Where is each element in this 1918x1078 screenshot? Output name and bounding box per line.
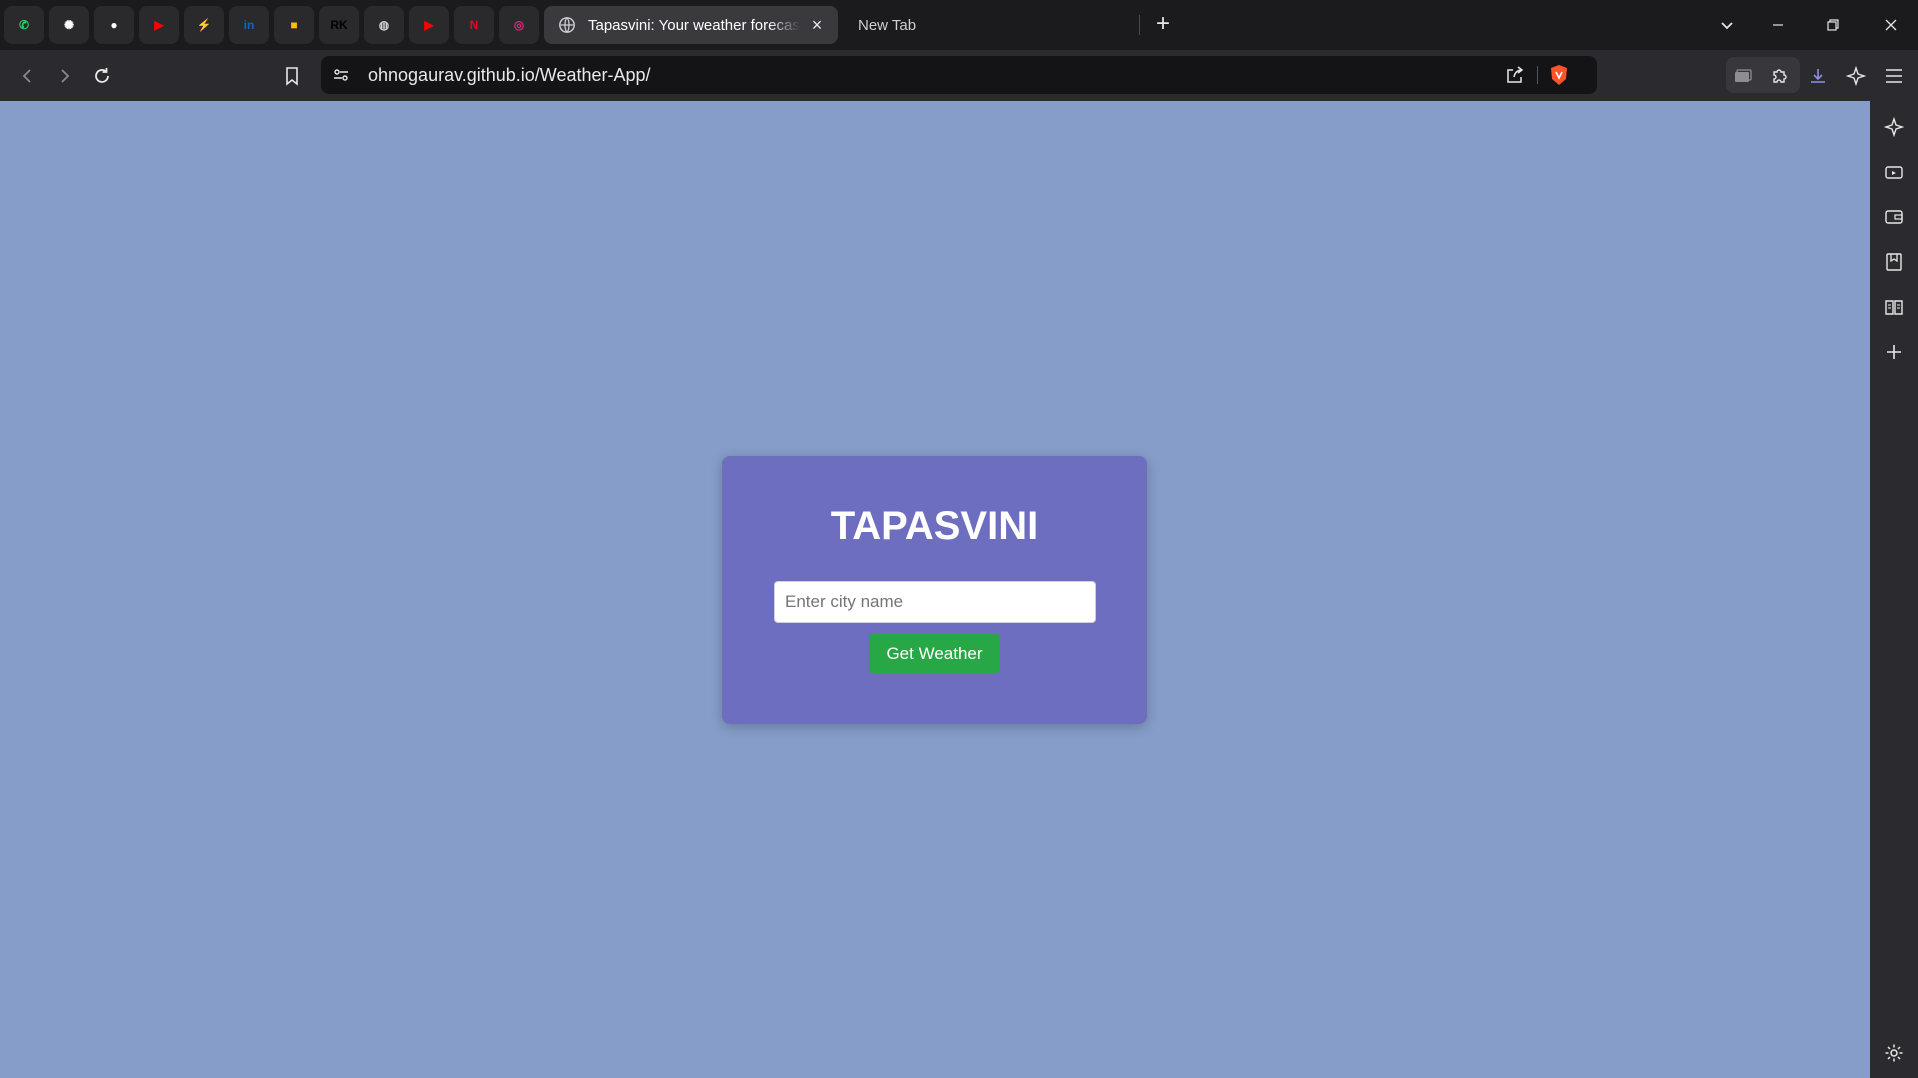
close-window-icon[interactable]	[1878, 12, 1904, 38]
url-text[interactable]: ohnogaurav.github.io/Weather-App/	[368, 65, 651, 86]
tab-strip: ✆ ✺ ● ▶ ⚡ in ■ RK ◍ ▶ N ◎ Tapasvini: Your weather f…	[0, 0, 1918, 50]
globe-icon: ◍	[378, 18, 390, 32]
netflix-icon: N	[469, 18, 479, 32]
weather-card: TAPASVINI Get Weather	[722, 456, 1147, 724]
instagram-icon: ◎	[513, 18, 525, 32]
pinned-tab-instagram[interactable]: ◎	[499, 6, 539, 44]
pinned-tab-github[interactable]: ●	[94, 6, 134, 44]
pinned-tab-whatsapp[interactable]: ✆	[4, 6, 44, 44]
get-weather-button[interactable]: Get Weather	[869, 634, 1000, 673]
extensions-icon[interactable]	[1766, 62, 1794, 90]
app-title: TAPASVINI	[830, 504, 1039, 548]
address-bar[interactable]: ohnogaurav.github.io/Weather-App/	[321, 56, 1597, 94]
github-icon: ●	[110, 18, 118, 32]
settings-gear-icon[interactable]	[1882, 1041, 1906, 1065]
rk-icon: RK	[330, 18, 348, 32]
keep-icon: ■	[290, 18, 298, 32]
browser-toolbar: ohnogaurav.github.io/Weather-App/	[0, 50, 1918, 101]
page-viewport: TAPASVINI Get Weather	[0, 101, 1870, 1078]
tab-divider	[1139, 15, 1140, 35]
whatsapp-icon: ✆	[18, 18, 30, 32]
pinned-tab-youtube-2[interactable]: ▶	[409, 6, 449, 44]
pinned-tab-rk[interactable]: RK	[319, 6, 359, 44]
pinned-tab-linkedin[interactable]: in	[229, 6, 269, 44]
leo-ai-icon[interactable]	[1842, 62, 1870, 90]
tab-title: Tapasvini: Your weather forecast	[588, 16, 800, 34]
tab-title: New Tab	[858, 16, 917, 34]
tab-new-tab[interactable]: New Tab	[846, 6, 1136, 44]
linkedin-icon: in	[243, 18, 255, 32]
minimize-icon[interactable]	[1765, 12, 1791, 38]
forward-icon[interactable]	[50, 62, 78, 90]
globe-icon	[559, 17, 575, 33]
brave-shields-icon[interactable]	[1549, 65, 1569, 85]
tab-list-chevron-icon[interactable]	[1714, 12, 1740, 38]
chatgpt-icon: ✺	[63, 18, 75, 32]
back-icon[interactable]	[14, 62, 42, 90]
pinned-tab-chatgpt[interactable]: ✺	[49, 6, 89, 44]
pinned-tab-netflix[interactable]: N	[454, 6, 494, 44]
wallet-icon[interactable]	[1882, 205, 1906, 229]
bookmarks-sidebar-icon[interactable]	[1882, 250, 1906, 274]
youtube-icon: ▶	[154, 18, 164, 32]
tab-tapasvini[interactable]: Tapasvini: Your weather forecast ×	[544, 6, 838, 44]
youtube-2-icon: ▶	[424, 18, 434, 32]
reload-icon[interactable]	[88, 62, 116, 90]
talk-video-icon[interactable]	[1882, 160, 1906, 184]
pinned-tab-globe[interactable]: ◍	[364, 6, 404, 44]
address-divider	[1537, 66, 1538, 84]
pinned-tab-keep[interactable]: ■	[274, 6, 314, 44]
city-search-input[interactable]	[774, 581, 1096, 623]
site-settings-icon[interactable]	[331, 65, 351, 85]
browser-sidebar	[1870, 101, 1918, 1078]
share-icon[interactable]	[1505, 65, 1525, 85]
add-sidebar-item-icon[interactable]	[1882, 340, 1906, 364]
reading-list-icon[interactable]	[1882, 295, 1906, 319]
restore-icon[interactable]	[1820, 12, 1846, 38]
close-icon[interactable]: ×	[808, 16, 826, 34]
new-tab-button[interactable]: +	[1150, 12, 1176, 38]
bookmark-icon[interactable]	[278, 62, 306, 90]
pinned-tab-bolt[interactable]: ⚡	[184, 6, 224, 44]
pinned-tab-youtube[interactable]: ▶	[139, 6, 179, 44]
wallet-cards-icon[interactable]	[1729, 62, 1757, 90]
leo-ai-sidebar-icon[interactable]	[1882, 115, 1906, 139]
bolt-icon: ⚡	[196, 18, 212, 32]
menu-icon[interactable]	[1880, 62, 1908, 90]
download-icon[interactable]	[1804, 62, 1832, 90]
